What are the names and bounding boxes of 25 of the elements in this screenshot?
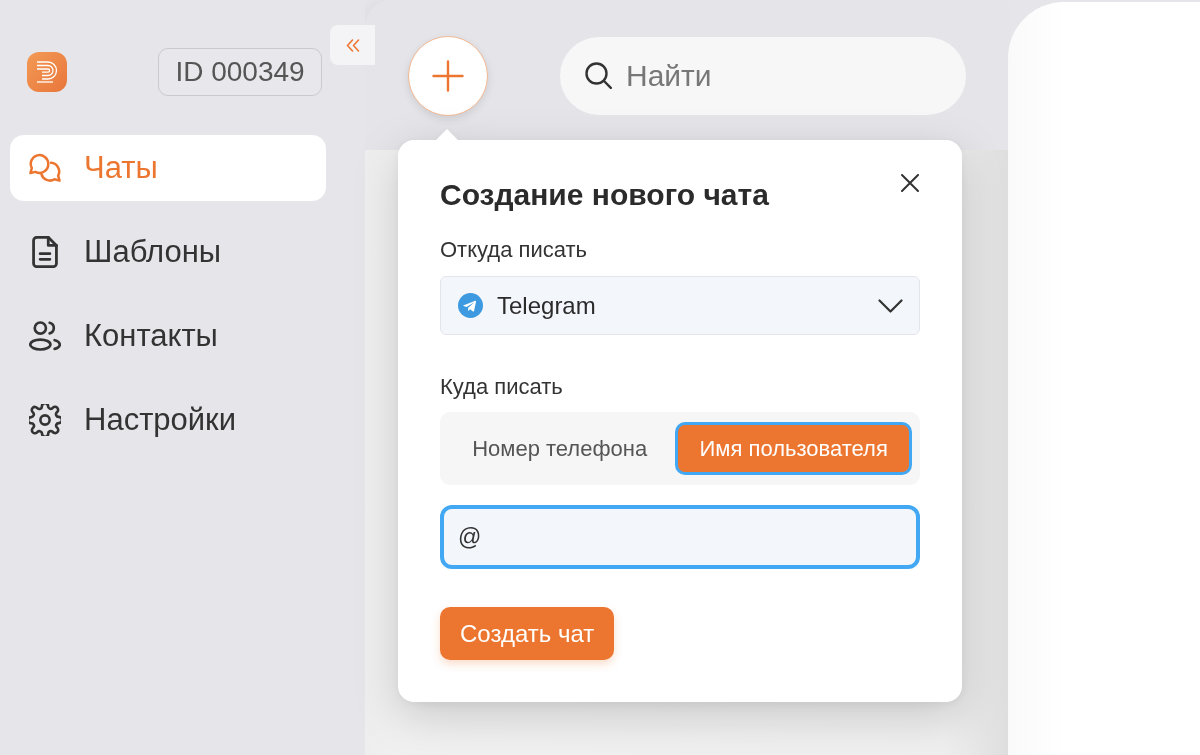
plus-icon: [432, 60, 464, 92]
double-chevron-left-icon: [345, 38, 360, 52]
telegram-icon: [458, 293, 483, 318]
nav-item[interactable]: Контакты: [10, 303, 326, 369]
popover-title: Создание нового чата: [440, 179, 769, 211]
nav-item[interactable]: Шаблоны: [10, 219, 326, 285]
messenger-select[interactable]: Telegram: [440, 276, 920, 335]
new-chat-button[interactable]: [408, 36, 488, 116]
username-field[interactable]: @: [440, 505, 920, 569]
search-field[interactable]: Найти: [560, 37, 966, 115]
field-label: Откуда писать: [440, 237, 587, 263]
account-id-badge: ID 000349: [158, 48, 322, 96]
segment-tab[interactable]: Номер телефона: [448, 422, 672, 475]
nav-item[interactable]: Настройки: [10, 387, 326, 453]
search-icon: [585, 62, 612, 89]
close-button[interactable]: [901, 174, 919, 192]
close-icon: [901, 174, 919, 192]
chat-bubbles-icon: [29, 152, 61, 184]
people-icon: [29, 320, 61, 352]
chevron-down-icon: [878, 298, 903, 313]
collapse-sidebar-button[interactable]: [330, 25, 375, 65]
settings-icon: [29, 404, 61, 436]
field-label: Куда писать: [440, 374, 563, 400]
logo-icon: [27, 52, 67, 92]
document-icon: [29, 236, 61, 268]
